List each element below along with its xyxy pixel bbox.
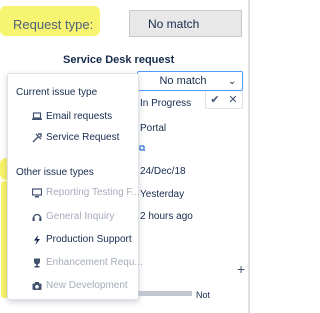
- cancel-button[interactable]: ✕: [224, 91, 242, 108]
- option-label: New Development: [46, 280, 128, 291]
- option-label: Enhancement Requ...: [46, 257, 143, 268]
- updated-value: Yesterday: [140, 189, 185, 200]
- issue-type-select-value: No match: [159, 75, 207, 87]
- option-label: Production Support: [46, 234, 132, 245]
- confirm-button[interactable]: ✔: [206, 91, 224, 108]
- resolved-value: 2 hours ago: [140, 211, 193, 222]
- other-issue-types-heading: Other issue types: [16, 167, 94, 178]
- option-email-requests[interactable]: Email requests: [32, 111, 112, 122]
- channel-value: Portal: [140, 123, 167, 134]
- trophy-icon: [32, 258, 42, 268]
- issue-type-dropdown: Current issue type Email requests Servic…: [7, 73, 143, 300]
- inline-edit-actions: ✔ ✕: [205, 91, 243, 109]
- request-type-label: Request type:: [13, 17, 94, 32]
- status-value: In Progress: [140, 98, 192, 109]
- camera-icon: [32, 281, 42, 291]
- request-type-select[interactable]: No match: [129, 10, 242, 37]
- panel-divider: [248, 0, 250, 313]
- created-value: 24/Dec/18: [140, 166, 186, 177]
- option-label: General Inquiry: [46, 211, 115, 222]
- option-label: Reporting Testing F...: [46, 187, 140, 198]
- check-icon: ✔: [210, 94, 220, 106]
- external-link-icon[interactable]: ⧉: [139, 143, 145, 154]
- option-label: Email requests: [46, 111, 113, 122]
- issue-type-select[interactable]: No match ⌄: [137, 71, 243, 91]
- option-service-request[interactable]: Service Request: [32, 132, 119, 143]
- option-new-development[interactable]: New Development: [32, 280, 128, 291]
- option-label: Service Request: [46, 132, 120, 143]
- option-reporting-testing[interactable]: Reporting Testing F...: [32, 187, 140, 198]
- laptop-icon: [32, 112, 42, 122]
- headset-icon: [32, 212, 42, 222]
- bolt-icon: [32, 234, 42, 245]
- option-general-inquiry[interactable]: General Inquiry: [32, 211, 114, 222]
- progress-bar: [138, 291, 192, 296]
- option-production-support[interactable]: Production Support: [32, 234, 132, 245]
- tools-icon: [32, 132, 42, 143]
- service-desk-request-label: Service Desk request: [63, 54, 175, 66]
- close-icon: ✕: [228, 94, 238, 106]
- plus-icon[interactable]: +: [237, 261, 245, 277]
- chevron-down-icon: ⌄: [228, 75, 237, 87]
- option-enhancement-request[interactable]: Enhancement Requ...: [32, 257, 143, 268]
- current-issue-type-heading: Current issue type: [16, 87, 98, 98]
- monitor-icon: [32, 187, 42, 198]
- status-text: Not: [196, 290, 211, 300]
